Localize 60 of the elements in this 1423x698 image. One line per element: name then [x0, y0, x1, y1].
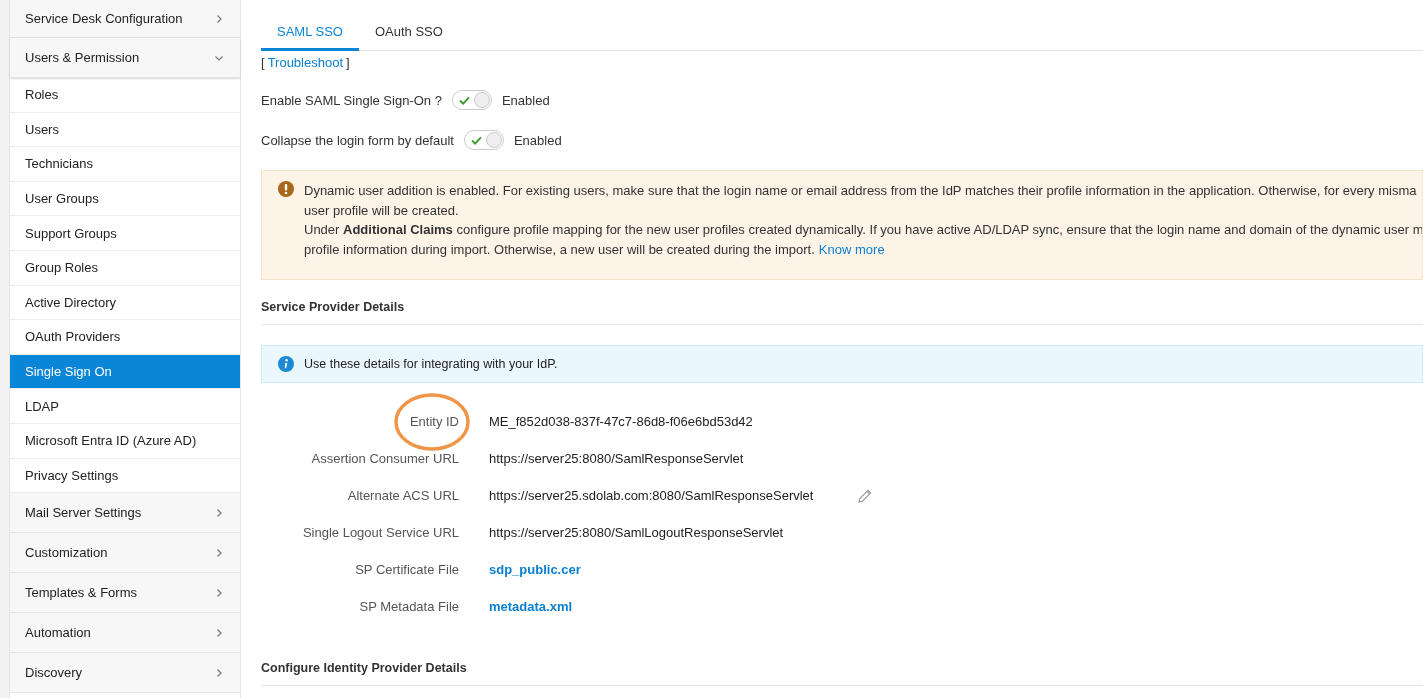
sidebar-group[interactable]: Users & Permission: [10, 38, 240, 78]
chevron-right-icon: [214, 587, 224, 598]
notice-text: Dynamic user addition is enabled. For existing users, make sure that the login name or email address from the IdP matches their profile information in the application. Otherwise, for every misma: [304, 182, 1418, 200]
field-label: Alternate ACS URL: [347, 488, 459, 503]
chevron-right-icon: [214, 667, 224, 678]
sidebar-group[interactable]: Discovery: [10, 653, 240, 694]
field-label: Entity ID: [409, 414, 459, 429]
tab[interactable]: OAuth SSO: [359, 24, 459, 51]
chevron-right-icon: [214, 627, 224, 638]
check-icon: [458, 96, 470, 105]
sidebar-item[interactable]: Active Directory: [10, 285, 240, 321]
sidebar-item[interactable]: LDAP: [10, 389, 240, 424]
field-value: https://server25:8080/SamlResponseServlet: [489, 451, 744, 466]
pencil-icon[interactable]: [857, 487, 874, 504]
sidebar-item[interactable]: Roles: [10, 78, 240, 113]
file-link[interactable]: metadata.xml: [489, 599, 573, 614]
toggle-switch[interactable]: [451, 90, 492, 110]
field-label: Single Logout Service URL: [302, 525, 459, 540]
sidebar-item[interactable]: User Groups: [10, 181, 240, 217]
chevron-right-icon: [214, 13, 224, 24]
notice-text: Under Additional Claims configure profile mapping for the new user profiles created dynamically. If you have active AD/LDAP sync, ensure that the login name and domain of the dynamic user m: [304, 221, 1422, 239]
section-heading: Service Provider Details: [261, 300, 1423, 325]
sidebar-item[interactable]: Group Roles: [10, 250, 240, 286]
sidebar-item[interactable]: Microsoft Entra ID (Azure AD): [10, 423, 240, 459]
sidebar-group[interactable]: Automation: [10, 613, 240, 654]
sidebar-group[interactable]: Templates & Forms: [10, 573, 240, 614]
field-label: SP Metadata File: [359, 599, 459, 614]
toggle-state-text: Enabled: [501, 92, 550, 108]
field-value: ME_f852d038-837f-47c7-86d8-f06e6bd53d42: [489, 414, 753, 429]
check-icon: [470, 136, 482, 145]
field-label: SP Certificate File: [355, 562, 459, 577]
chevron-right-icon: [214, 507, 224, 518]
sidebar-item[interactable]: Support Groups: [10, 216, 240, 251]
know-more-link[interactable]: Know more: [818, 239, 885, 259]
toggle-label: Collapse the login form by default: [261, 132, 454, 148]
info-text: Use these details for integrating with your IdP.: [304, 357, 558, 371]
notice-text: profile information during import. Otherwise, a new user will be created during the import.: [304, 240, 815, 259]
sidebar-group[interactable]: Service Desk Configuration: [10, 0, 240, 38]
sidebar-item[interactable]: Single Sign On: [10, 354, 240, 390]
field-value: https://server25.sdolab.com:8080/SamlResponseServlet: [489, 488, 814, 503]
section-heading: Configure Identity Provider Details: [261, 661, 1423, 686]
sidebar-item[interactable]: Users: [10, 112, 240, 148]
file-link[interactable]: sdp_public.cer: [489, 562, 581, 577]
sidebar-group[interactable]: Customization: [10, 533, 240, 574]
tab[interactable]: SAML SSO: [261, 24, 359, 51]
exclamation-icon: [278, 181, 294, 197]
info-icon: [278, 356, 294, 372]
toggle-label: Enable SAML Single Sign-On ?: [261, 92, 442, 108]
field-value: https://server25:8080/SamlLogoutResponseServlet: [489, 525, 784, 540]
sidebar-item[interactable]: Technicians: [10, 147, 240, 182]
sidebar-item[interactable]: OAuth Providers: [10, 320, 240, 355]
troubleshoot-link[interactable]: Troubleshoot: [267, 55, 344, 70]
chevron-right-icon: [214, 547, 224, 558]
field-label: Assertion Consumer URL: [311, 451, 459, 466]
bracket-text: [: [261, 55, 265, 70]
toggle-state-text: Enabled: [513, 132, 562, 148]
bracket-text: ]: [346, 55, 350, 70]
sidebar-group[interactable]: Mail Server Settings: [10, 493, 240, 534]
toggle-switch[interactable]: [463, 130, 504, 150]
notice-text: user profile will be created.: [304, 201, 460, 220]
